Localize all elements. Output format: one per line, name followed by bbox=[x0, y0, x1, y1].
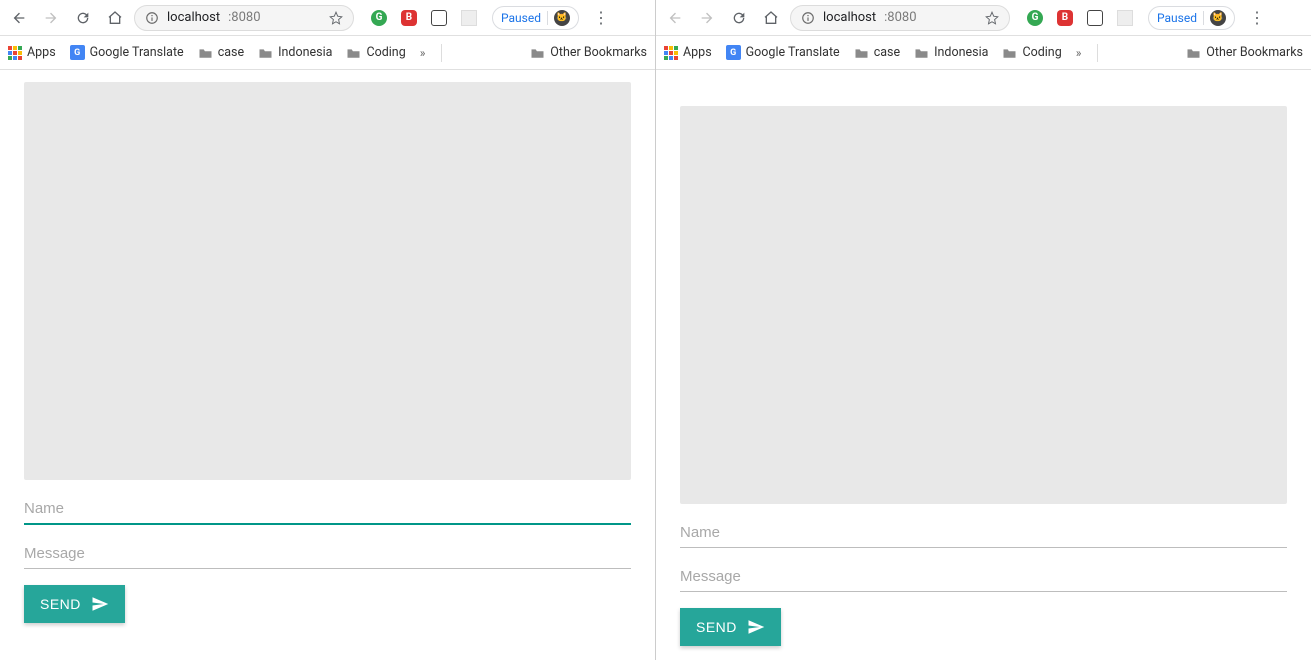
bookmark-folder-other[interactable]: Other Bookmarks bbox=[1186, 45, 1303, 60]
extension-square-icon[interactable] bbox=[430, 9, 448, 27]
extension-grey-icon[interactable] bbox=[1116, 9, 1134, 27]
bookmark-label: Google Translate bbox=[90, 45, 184, 60]
paused-label: Paused bbox=[1157, 11, 1197, 25]
apps-shortcut[interactable]: Apps bbox=[664, 45, 712, 60]
reload-icon[interactable] bbox=[74, 9, 92, 27]
bookmark-folder-coding[interactable]: Coding bbox=[1002, 45, 1061, 60]
message-input[interactable] bbox=[680, 560, 1287, 592]
apps-label: Apps bbox=[27, 45, 56, 60]
bookmark-folder-coding[interactable]: Coding bbox=[346, 45, 405, 60]
bookmark-label: Google Translate bbox=[746, 45, 840, 60]
forward-icon[interactable] bbox=[698, 9, 716, 27]
extension-square-icon[interactable] bbox=[1086, 9, 1104, 27]
back-icon[interactable] bbox=[666, 9, 684, 27]
extension-grammarly-icon[interactable]: G bbox=[370, 9, 388, 27]
forward-icon[interactable] bbox=[42, 9, 60, 27]
bookmark-folder-indonesia[interactable]: Indonesia bbox=[914, 45, 988, 60]
address-bar[interactable]: localhost :8080 bbox=[790, 5, 1010, 31]
folder-icon bbox=[198, 47, 213, 59]
bookmark-folder-indonesia[interactable]: Indonesia bbox=[258, 45, 332, 60]
extension-b-icon[interactable]: B bbox=[400, 9, 418, 27]
name-input[interactable] bbox=[24, 492, 631, 525]
apps-grid-icon bbox=[8, 46, 22, 60]
browser-toolbar: localhost :8080 G B Paused 🐱 ⋮ bbox=[0, 0, 655, 36]
browser-toolbar: localhost :8080 G B Paused 🐱 ⋮ bbox=[656, 0, 1311, 36]
bookmark-label: Other Bookmarks bbox=[550, 45, 647, 60]
apps-grid-icon bbox=[664, 46, 678, 60]
bookmark-folder-case[interactable]: case bbox=[198, 45, 244, 60]
bookmark-google-translate[interactable]: G Google Translate bbox=[70, 45, 184, 60]
folder-icon bbox=[346, 47, 361, 59]
page-content: SEND bbox=[656, 70, 1311, 660]
extension-b-icon[interactable]: B bbox=[1056, 9, 1074, 27]
bookmark-star-icon[interactable] bbox=[329, 11, 343, 25]
profile-avatar-icon: 🐱 bbox=[554, 10, 570, 26]
bookmark-folder-other[interactable]: Other Bookmarks bbox=[530, 45, 647, 60]
chat-display-area bbox=[680, 106, 1287, 504]
translate-icon: G bbox=[726, 45, 741, 60]
kebab-menu-icon[interactable]: ⋮ bbox=[589, 8, 613, 27]
bookmark-label: case bbox=[874, 45, 900, 60]
extension-grey-icon[interactable] bbox=[460, 9, 478, 27]
bookmark-label: Indonesia bbox=[278, 45, 332, 60]
send-icon bbox=[91, 595, 109, 613]
apps-shortcut[interactable]: Apps bbox=[8, 45, 56, 60]
bookmarks-overflow-icon[interactable]: » bbox=[1076, 46, 1082, 60]
site-info-icon[interactable] bbox=[801, 11, 815, 25]
bookmark-folder-case[interactable]: case bbox=[854, 45, 900, 60]
address-bar[interactable]: localhost :8080 bbox=[134, 5, 354, 31]
back-icon[interactable] bbox=[10, 9, 28, 27]
folder-icon bbox=[854, 47, 869, 59]
bookmark-star-icon[interactable] bbox=[985, 11, 999, 25]
message-input[interactable] bbox=[24, 537, 631, 569]
bookmark-label: Coding bbox=[1022, 45, 1061, 60]
url-port: :8080 bbox=[228, 10, 260, 25]
url-host: localhost bbox=[823, 10, 876, 25]
profile-avatar-icon: 🐱 bbox=[1210, 10, 1226, 26]
bookmark-google-translate[interactable]: G Google Translate bbox=[726, 45, 840, 60]
url-host: localhost bbox=[167, 10, 220, 25]
folder-icon bbox=[530, 47, 545, 59]
bookmark-label: Other Bookmarks bbox=[1206, 45, 1303, 60]
folder-icon bbox=[914, 47, 929, 59]
bookmark-label: case bbox=[218, 45, 244, 60]
folder-icon bbox=[1186, 47, 1201, 59]
profile-paused-pill[interactable]: Paused 🐱 bbox=[492, 6, 579, 30]
url-port: :8080 bbox=[884, 10, 916, 25]
paused-label: Paused bbox=[501, 11, 541, 25]
home-icon[interactable] bbox=[762, 9, 780, 27]
folder-icon bbox=[258, 47, 273, 59]
page-content: SEND bbox=[0, 70, 655, 660]
bookmark-label: Coding bbox=[366, 45, 405, 60]
kebab-menu-icon[interactable]: ⋮ bbox=[1245, 8, 1269, 27]
send-button[interactable]: SEND bbox=[680, 608, 781, 646]
site-info-icon[interactable] bbox=[145, 11, 159, 25]
bookmark-label: Indonesia bbox=[934, 45, 988, 60]
reload-icon[interactable] bbox=[730, 9, 748, 27]
send-button[interactable]: SEND bbox=[24, 585, 125, 623]
translate-icon: G bbox=[70, 45, 85, 60]
bookmarks-bar: Apps G Google Translate case Indonesia C… bbox=[656, 36, 1311, 70]
chat-display-area bbox=[24, 82, 631, 480]
extension-grammarly-icon[interactable]: G bbox=[1026, 9, 1044, 27]
bookmarks-bar: Apps G Google Translate case Indonesia C… bbox=[0, 36, 655, 70]
apps-label: Apps bbox=[683, 45, 712, 60]
send-button-label: SEND bbox=[40, 596, 81, 612]
folder-icon bbox=[1002, 47, 1017, 59]
profile-paused-pill[interactable]: Paused 🐱 bbox=[1148, 6, 1235, 30]
name-input[interactable] bbox=[680, 516, 1287, 548]
send-icon bbox=[747, 618, 765, 636]
bookmarks-overflow-icon[interactable]: » bbox=[420, 46, 426, 60]
send-button-label: SEND bbox=[696, 619, 737, 635]
home-icon[interactable] bbox=[106, 9, 124, 27]
